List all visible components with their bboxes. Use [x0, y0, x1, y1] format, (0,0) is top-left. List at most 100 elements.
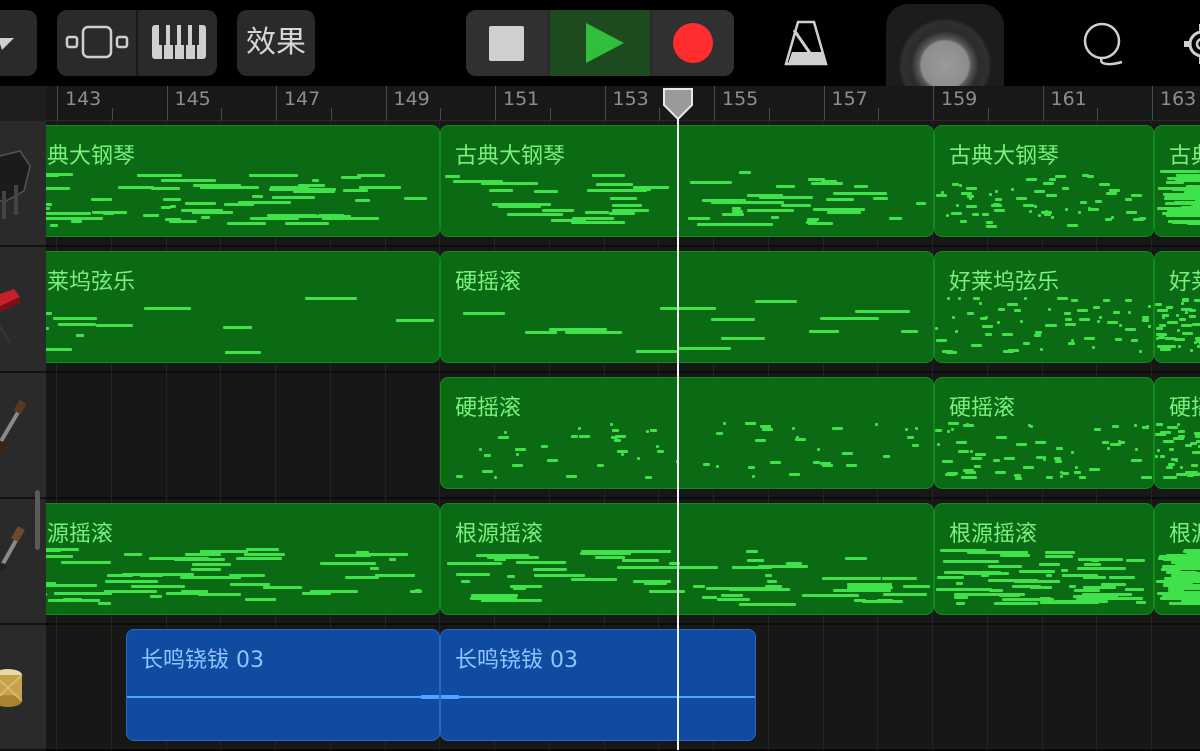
midi-note — [1171, 448, 1174, 451]
midi-note — [1172, 188, 1200, 191]
midi-note — [1183, 201, 1200, 204]
midi-note — [960, 220, 967, 223]
record-button[interactable] — [652, 10, 734, 76]
midi-note — [461, 580, 470, 583]
midi-note — [534, 190, 558, 193]
midi-note — [104, 590, 157, 593]
midi-note — [1003, 350, 1014, 353]
midi-note — [936, 339, 947, 342]
midi-note — [1062, 472, 1069, 475]
region-name: 古典大钢琴 — [949, 144, 1060, 169]
midi-region[interactable]: 典大钢琴 — [46, 125, 440, 237]
midi-note — [1125, 588, 1144, 591]
ruler-beat-tick — [987, 108, 989, 120]
midi-note — [1128, 311, 1131, 314]
midi-note — [716, 432, 723, 435]
midi-note — [263, 586, 302, 589]
midi-note — [298, 184, 325, 187]
midi-region[interactable]: 古典大钢琴 — [440, 125, 934, 237]
midi-note — [198, 593, 241, 596]
midi-note — [690, 181, 732, 184]
track-header-drums[interactable] — [0, 625, 46, 751]
playhead-handle[interactable] — [662, 87, 694, 121]
midi-note — [994, 209, 1005, 212]
midi-region[interactable]: 硬摇滚 — [440, 377, 934, 489]
midi-note — [355, 199, 370, 202]
tracks-area[interactable]: 典大钢琴 古典大钢琴 古典大钢琴 古典 莱坞弦乐 硬摇滚 好莱坞弦乐 好莱 硬摇… — [46, 121, 1200, 750]
midi-note — [746, 550, 758, 553]
midi-region[interactable]: 古典大钢琴 — [934, 125, 1154, 237]
midi-note — [1155, 455, 1158, 458]
ruler-bar-tick — [166, 86, 168, 120]
midi-note — [979, 302, 982, 305]
midi-note — [1092, 346, 1095, 349]
midi-note — [1097, 320, 1100, 323]
midi-region[interactable]: 硬摇滚 — [934, 377, 1154, 489]
audio-region[interactable]: 长鸣铙钹 03 — [126, 629, 440, 741]
play-button[interactable] — [550, 10, 650, 76]
midi-note — [1079, 476, 1086, 479]
keyboard-button[interactable] — [138, 10, 217, 76]
ruler-beat-tick — [111, 108, 113, 120]
loop-browser-icon[interactable] — [1078, 20, 1126, 68]
midi-note — [832, 427, 843, 430]
midi-note — [1182, 332, 1193, 335]
midi-note — [633, 580, 671, 583]
midi-region[interactable]: 好莱 — [1154, 251, 1200, 363]
midi-note — [476, 554, 529, 557]
gear-icon[interactable] — [1180, 22, 1200, 66]
tracks-view-icon — [65, 25, 129, 59]
midi-region[interactable]: 根源摇滚 — [440, 503, 934, 615]
track-header-guitar[interactable] — [0, 373, 46, 499]
region-name: 硬摇滚 — [455, 396, 522, 421]
ruler-bar-number: 151 — [503, 88, 540, 110]
midi-note — [1158, 592, 1189, 595]
midi-note — [948, 422, 959, 425]
midi-region[interactable]: 硬摇 — [1154, 377, 1200, 489]
midi-note — [1055, 460, 1062, 463]
midi-note — [1039, 563, 1060, 566]
track-scroll-handle[interactable] — [35, 490, 40, 550]
midi-note — [1077, 567, 1126, 570]
tracks-view-button[interactable] — [57, 10, 138, 76]
midi-region[interactable]: 莱坞弦乐 — [46, 251, 440, 363]
effects-button[interactable]: 效果 — [237, 10, 315, 76]
midi-region[interactable]: 硬摇滚 — [440, 251, 934, 363]
midi-note — [1194, 432, 1200, 435]
midi-note — [956, 582, 963, 585]
audio-region[interactable]: 长鸣铙钹 03 — [440, 629, 756, 741]
midi-note — [1029, 210, 1032, 213]
menu-button[interactable] — [0, 10, 37, 76]
midi-note — [1019, 570, 1055, 573]
midi-note — [1160, 455, 1163, 458]
midi-note — [610, 197, 637, 200]
midi-note — [1016, 443, 1027, 446]
midi-note — [1182, 298, 1189, 301]
midi-note — [456, 475, 463, 478]
midi-region[interactable]: 古典 — [1154, 125, 1200, 237]
midi-note — [998, 308, 1005, 311]
midi-note — [765, 574, 772, 577]
midi-region[interactable]: 根源 — [1154, 503, 1200, 615]
midi-region[interactable]: 根源摇滚 — [934, 503, 1154, 615]
midi-note — [525, 331, 557, 334]
midi-region[interactable]: 好莱坞弦乐 — [934, 251, 1154, 363]
midi-note — [94, 561, 111, 564]
midi-note — [916, 202, 926, 205]
ruler-bar-number: 147 — [284, 88, 321, 110]
track-header-strings[interactable] — [0, 247, 46, 373]
midi-note — [808, 178, 825, 181]
midi-note — [516, 561, 566, 564]
synth-keyboard-icon — [0, 289, 20, 344]
stop-button[interactable] — [466, 10, 548, 76]
midi-note — [961, 476, 968, 479]
midi-region[interactable]: 源摇滚 — [46, 503, 440, 615]
midi-note — [882, 577, 917, 580]
track-header-piano[interactable] — [0, 121, 46, 247]
metronome-icon[interactable] — [784, 20, 828, 66]
midi-note — [971, 344, 982, 347]
playhead-line[interactable] — [677, 100, 679, 750]
midi-note — [46, 207, 50, 210]
midi-note — [1056, 447, 1063, 450]
view-toggle-group — [57, 10, 217, 76]
